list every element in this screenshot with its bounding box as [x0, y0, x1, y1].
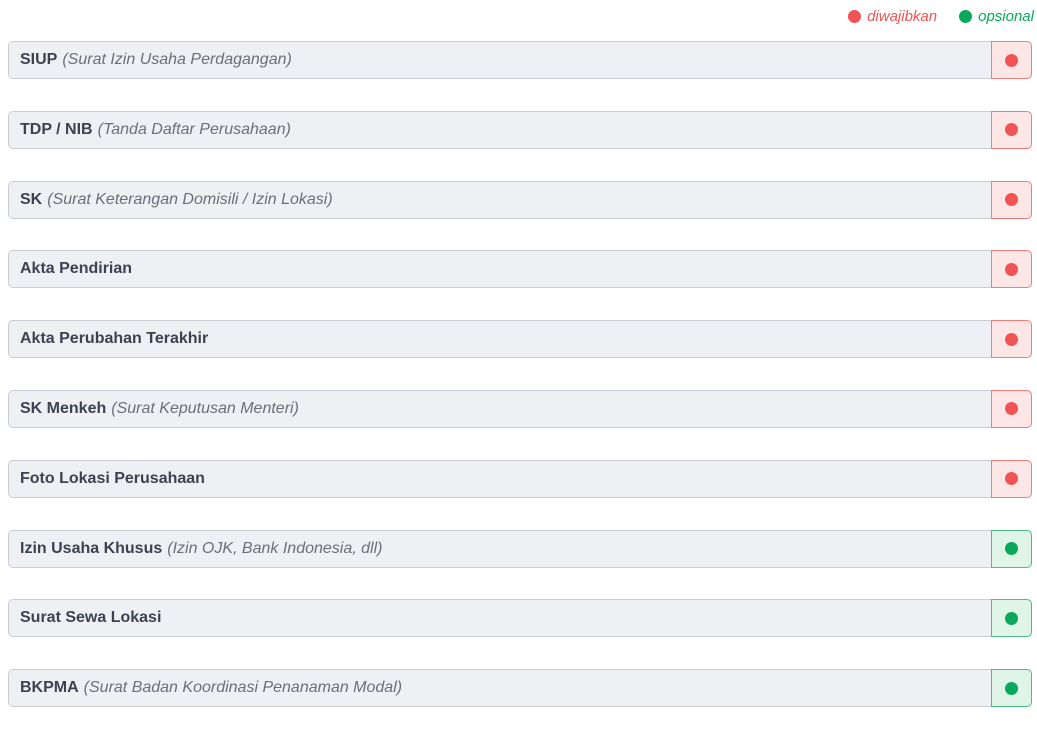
document-field[interactable]: SK (Surat Keterangan Domisili / Izin Lok… — [8, 180, 991, 219]
document-status-indicator — [991, 669, 1032, 708]
document-description: (Surat Badan Koordinasi Penanaman Modal) — [83, 679, 403, 697]
document-row-siup: SIUP (Surat Izin Usaha Perdagangan) — [8, 41, 1032, 79]
document-status-indicator — [991, 250, 1032, 289]
document-name: TDP / NIB — [20, 120, 93, 138]
required-dot-icon — [848, 10, 862, 23]
document-name: Izin Usaha Khusus — [20, 539, 163, 557]
document-row-akta-pendirian: Akta Pendirian — [8, 250, 1032, 289]
document-name: Surat Sewa Lokasi — [20, 609, 162, 627]
document-description: (Tanda Daftar Perusahaan) — [97, 120, 291, 138]
document-status-indicator — [991, 180, 1032, 219]
status-dot-icon — [1005, 53, 1018, 67]
legend-required: diwajibkan — [848, 8, 937, 25]
optional-dot-icon — [959, 10, 973, 23]
document-name: Foto Lokasi Perusahaan — [20, 469, 205, 487]
legend-required-label: diwajibkan — [867, 8, 938, 25]
status-dot-icon — [1005, 193, 1018, 207]
document-row-surat-sewa: Surat Sewa Lokasi — [8, 599, 1032, 638]
document-status-indicator — [991, 110, 1032, 149]
status-dot-icon — [1005, 472, 1018, 486]
document-status-indicator — [991, 389, 1032, 428]
legend: diwajibkan opsional — [848, 8, 1034, 25]
document-description: (Surat Izin Usaha Perdagangan) — [62, 51, 292, 68]
document-field[interactable]: Izin Usaha Khusus (Izin OJK, Bank Indone… — [8, 529, 991, 568]
document-field[interactable]: TDP / NIB (Tanda Daftar Perusahaan) — [8, 110, 991, 149]
document-status-indicator — [991, 599, 1032, 638]
document-field[interactable]: Surat Sewa Lokasi — [8, 599, 991, 638]
document-row-akta-perubahan: Akta Perubahan Terakhir — [8, 320, 1032, 359]
document-description: (Surat Keterangan Domisili / Izin Lokasi… — [47, 190, 333, 208]
status-dot-icon — [1005, 542, 1018, 556]
document-name: SK Menkeh — [20, 399, 107, 417]
status-dot-icon — [1005, 123, 1018, 137]
document-row-sk-menkeh: SK Menkeh (Surat Keputusan Menteri) — [8, 389, 1032, 428]
document-field[interactable]: SIUP (Surat Izin Usaha Perdagangan) — [8, 41, 991, 79]
document-row-izin-usaha-khusus: Izin Usaha Khusus (Izin OJK, Bank Indone… — [8, 529, 1032, 568]
status-dot-icon — [1005, 332, 1018, 346]
document-field[interactable]: SK Menkeh (Surat Keputusan Menteri) — [8, 389, 991, 428]
document-name: BKPMA — [20, 679, 79, 697]
status-dot-icon — [1005, 611, 1018, 625]
status-dot-icon — [1005, 262, 1018, 276]
document-status-indicator — [991, 320, 1032, 359]
document-status-indicator — [991, 41, 1032, 79]
document-name: SK — [20, 190, 43, 208]
document-description: (Surat Keputusan Menteri) — [111, 399, 299, 417]
status-dot-icon — [1005, 402, 1018, 416]
document-status-indicator — [991, 459, 1032, 498]
legend-optional: opsional — [959, 8, 1034, 25]
document-row-sk: SK (Surat Keterangan Domisili / Izin Lok… — [8, 180, 1032, 219]
document-description: (Izin OJK, Bank Indonesia, dll) — [167, 539, 383, 557]
document-name: Akta Pendirian — [20, 260, 133, 278]
document-name: Akta Perubahan Terakhir — [20, 330, 209, 348]
document-name: SIUP — [20, 51, 58, 68]
document-field[interactable]: Akta Pendirian — [8, 250, 991, 289]
document-list: SIUP (Surat Izin Usaha Perdagangan) TDP … — [8, 41, 1032, 739]
document-field[interactable]: Foto Lokasi Perusahaan — [8, 459, 991, 498]
status-dot-icon — [1005, 681, 1018, 695]
document-row-foto-lokasi: Foto Lokasi Perusahaan — [8, 459, 1032, 498]
document-field[interactable]: BKPMA (Surat Badan Koordinasi Penanaman … — [8, 669, 991, 708]
legend-optional-label: opsional — [978, 8, 1034, 25]
document-field[interactable]: Akta Perubahan Terakhir — [8, 320, 991, 359]
document-row-tdp-nib: TDP / NIB (Tanda Daftar Perusahaan) — [8, 110, 1032, 149]
document-row-bkpma: BKPMA (Surat Badan Koordinasi Penanaman … — [8, 669, 1032, 708]
document-status-indicator — [991, 529, 1032, 568]
